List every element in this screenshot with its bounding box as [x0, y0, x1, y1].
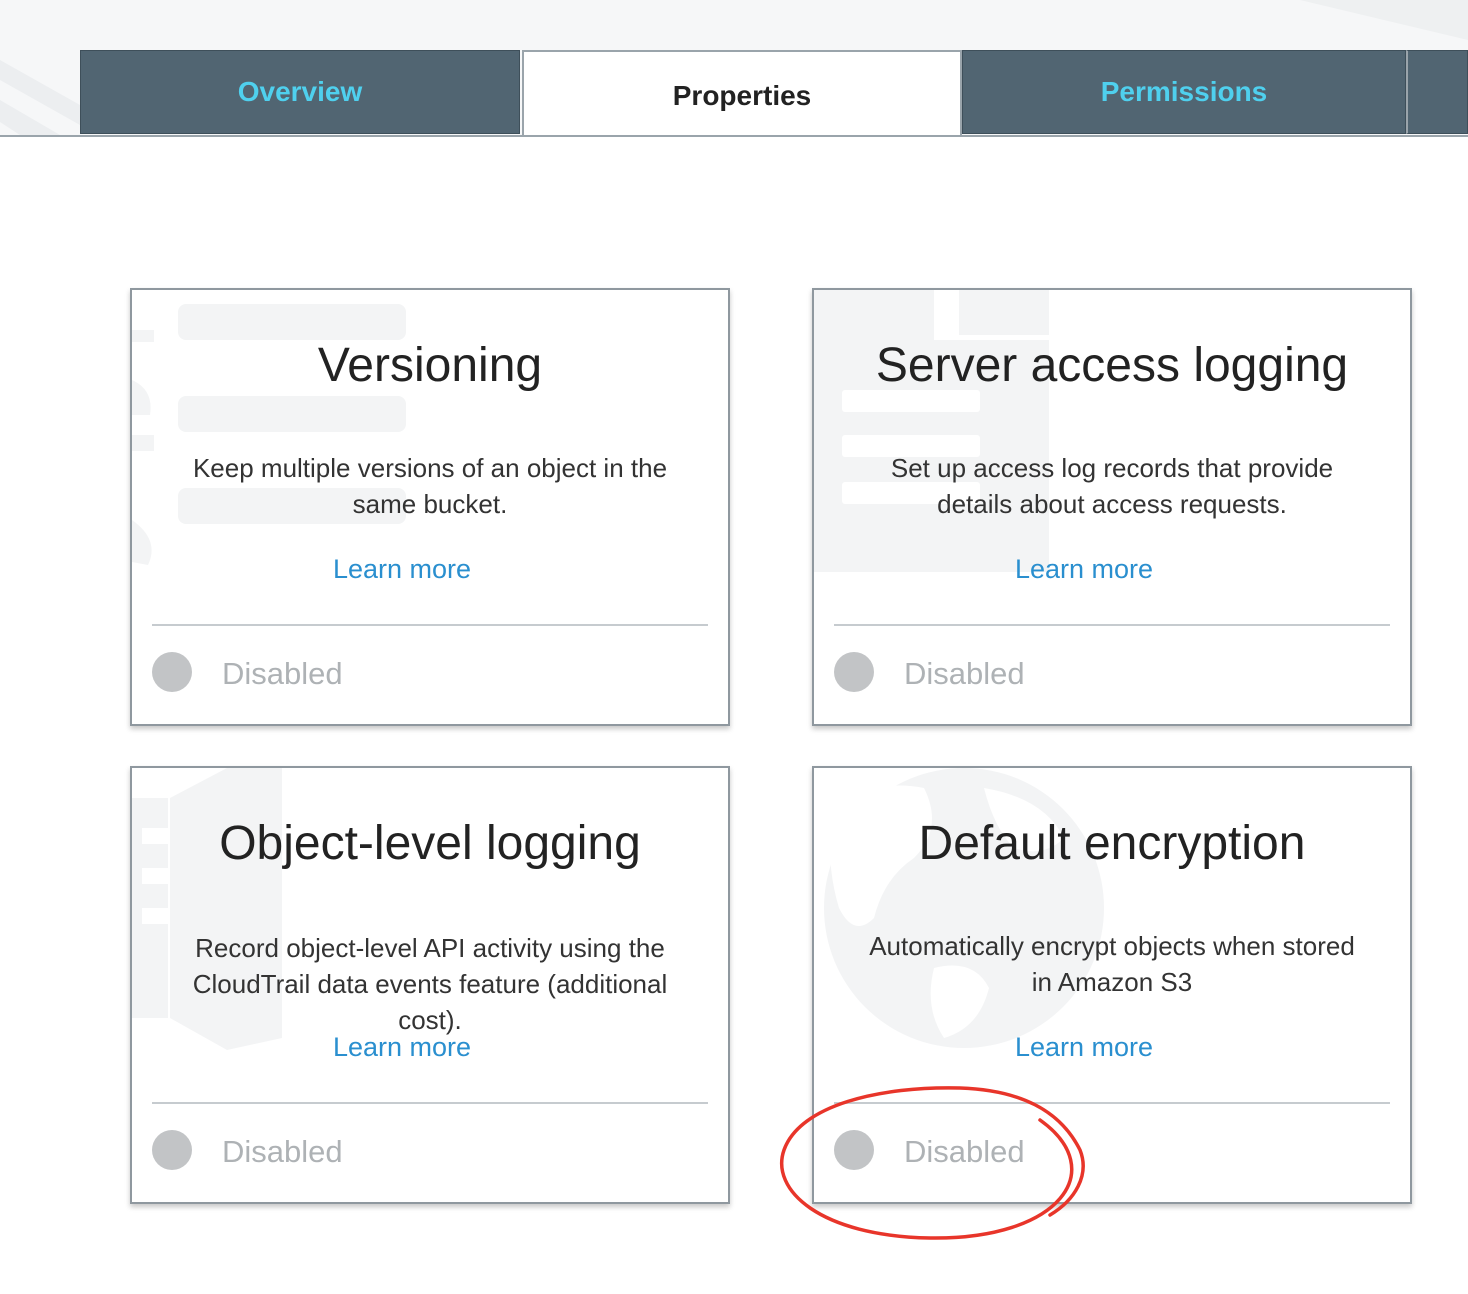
learn-more-link[interactable]: Learn more — [814, 554, 1354, 585]
tab-overflow[interactable] — [1406, 50, 1468, 134]
card-description: Keep multiple versions of an object in t… — [192, 453, 668, 519]
status-indicator — [152, 652, 192, 692]
learn-more-link[interactable]: Learn more — [132, 554, 672, 585]
status-label: Disabled — [222, 1134, 343, 1169]
card-divider — [152, 1102, 708, 1104]
tab-overview-label: Overview — [237, 76, 363, 107]
status-indicator — [834, 652, 874, 692]
status-indicator — [152, 1130, 192, 1170]
tab-permissions-label: Permissions — [1100, 76, 1268, 107]
card-default-encryption[interactable]: Default encryption Automatically encrypt… — [812, 766, 1412, 1204]
card-object-level-logging[interactable]: Object-level logging Record object-level… — [130, 766, 730, 1204]
status-label: Disabled — [904, 656, 1025, 691]
learn-more-link[interactable]: Learn more — [132, 1032, 672, 1063]
card-title: Server access logging — [875, 339, 1349, 392]
card-divider — [834, 1102, 1390, 1104]
card-description: Automatically encrypt objects when store… — [869, 931, 1355, 997]
card-server-access-logging[interactable]: Server access logging Set up access log … — [812, 288, 1412, 726]
card-divider — [152, 624, 708, 626]
tab-properties-label: Properties — [672, 79, 812, 111]
card-title: Object-level logging — [219, 817, 641, 870]
status-indicator — [834, 1130, 874, 1170]
card-divider — [834, 624, 1390, 626]
tab-properties[interactable]: Properties — [522, 50, 962, 135]
card-versioning[interactable]: Versioning Keep multiple versions of an … — [130, 288, 730, 726]
s3-properties-page: Overview Properties Permissions Versioni… — [0, 0, 1468, 1294]
tab-bar: Overview Properties Permissions — [0, 0, 1468, 137]
status-label: Disabled — [904, 1134, 1025, 1169]
status-label: Disabled — [222, 656, 343, 691]
card-title: Versioning — [317, 339, 543, 392]
card-description: Record object-level API activity using t… — [192, 933, 668, 1035]
tab-overview[interactable]: Overview — [80, 50, 520, 134]
learn-more-link[interactable]: Learn more — [814, 1032, 1354, 1063]
tab-permissions[interactable]: Permissions — [962, 50, 1406, 134]
card-description: Set up access log records that provide d… — [890, 453, 1334, 519]
card-title: Default encryption — [918, 817, 1306, 870]
